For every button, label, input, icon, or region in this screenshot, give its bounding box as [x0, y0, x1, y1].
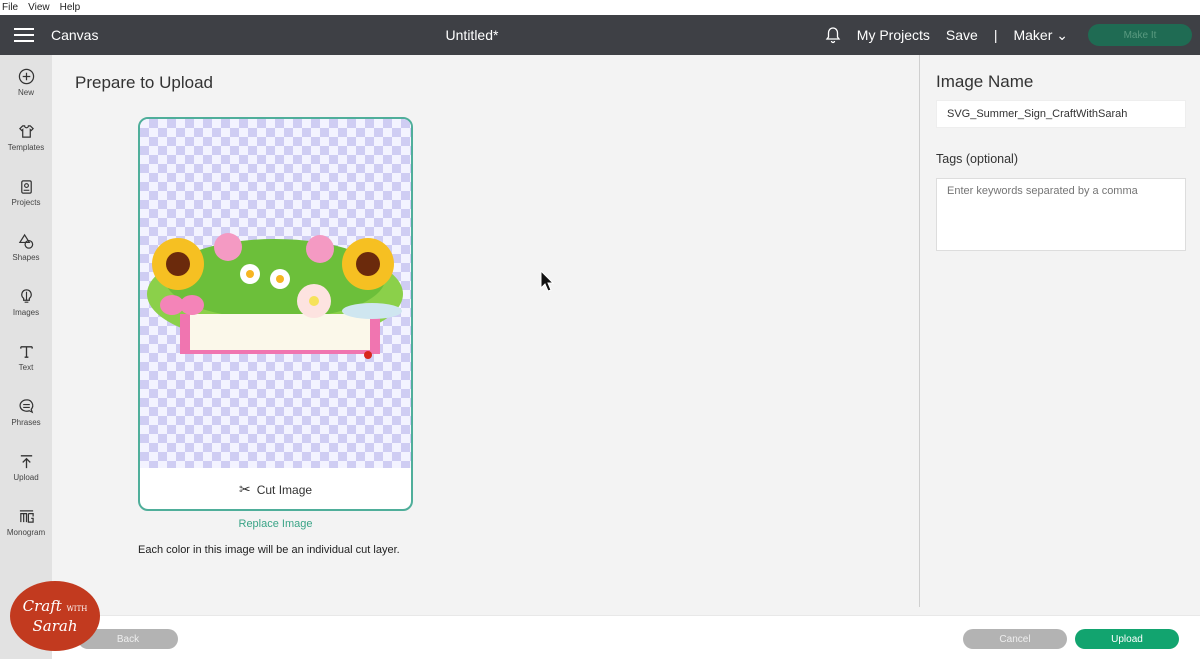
image-name-label: Image Name [936, 72, 1034, 91]
machine-selector[interactable]: Maker ⌄ [1013, 27, 1068, 44]
image-preview [140, 119, 411, 468]
bell-icon[interactable] [825, 26, 841, 44]
footer-bar: Back Cancel Upload [52, 615, 1200, 659]
sign-panel [190, 314, 370, 350]
menu-view[interactable]: View [28, 2, 50, 13]
dragonfly [342, 303, 402, 319]
make-it-button[interactable]: Make It [1088, 24, 1192, 46]
sidebar-item-upload[interactable]: Upload [0, 440, 52, 495]
speech-bubble-icon [18, 399, 33, 414]
cut-image-option[interactable]: ✂ Cut Image [140, 468, 411, 509]
scissors-icon: ✂ [238, 481, 251, 497]
plus-circle-icon [18, 68, 34, 85]
mouse-cursor-icon [540, 270, 554, 292]
monogram-icon [19, 510, 34, 523]
cancel-button[interactable]: Cancel [963, 629, 1067, 649]
projects-icon [20, 180, 32, 194]
sidebar-item-phrases[interactable]: Phrases [0, 385, 52, 440]
image-preview-card: ✂ Cut Image [138, 117, 413, 511]
separator: | [993, 27, 998, 43]
menu-file[interactable]: File [2, 2, 18, 13]
watermark-line2: Sarah [32, 616, 78, 635]
sidebar-item-monogram[interactable]: Monogram [0, 495, 52, 550]
craft-with-sarah-watermark: Craft WITH Sarah [10, 581, 100, 651]
image-name-input[interactable]: SVG_Summer_Sign_CraftWithSarah [936, 100, 1186, 128]
upload-button[interactable]: Upload [1075, 629, 1179, 649]
tshirt-icon [18, 125, 34, 138]
sunflower-right [342, 238, 394, 290]
cut-image-label: Cut Image [256, 482, 313, 497]
replace-image-link[interactable]: Replace Image [138, 518, 413, 530]
machine-label: Maker [1013, 26, 1053, 43]
sidebar-item-label: Text [18, 363, 34, 372]
tags-input[interactable] [936, 178, 1186, 251]
sidebar-item-images[interactable]: Images [0, 275, 52, 330]
sidebar-item-shapes[interactable]: Shapes [0, 220, 52, 275]
document-title: Untitled* [445, 27, 499, 43]
text-icon [19, 346, 33, 358]
sidebar-item-text[interactable]: Text [0, 330, 52, 385]
sidebar-item-label: Phrases [11, 418, 41, 427]
page-title: Prepare to Upload [75, 73, 213, 92]
my-projects-link[interactable]: My Projects [857, 27, 930, 43]
sidebar-item-label: Templates [7, 143, 45, 152]
uploaded-image [147, 233, 403, 359]
sidebar-item-new[interactable]: New [0, 55, 52, 110]
menu-bar: File View Help [0, 0, 1200, 15]
sidebar-item-label: Shapes [12, 253, 40, 262]
sidebar-item-templates[interactable]: Templates [0, 110, 52, 165]
sidebar-item-projects[interactable]: Projects [0, 165, 52, 220]
watermark-line1: Craft [22, 596, 62, 615]
main-area: Prepare to Upload ✂ Cut Image Replace Im… [52, 55, 920, 615]
ladybug [364, 351, 372, 359]
image-details-panel: Image Name SVG_Summer_Sign_CraftWithSara… [920, 55, 1200, 615]
upload-icon [20, 455, 32, 469]
sidebar-item-label: Monogram [6, 528, 46, 537]
lightbulb-icon [20, 289, 32, 303]
cut-layer-note: Each color in this image will be an indi… [138, 544, 400, 556]
sunflower-left [152, 238, 204, 290]
sidebar-item-label: Images [12, 308, 40, 317]
chevron-down-icon: ⌄ [1056, 26, 1068, 43]
save-button[interactable]: Save [946, 27, 978, 43]
sidebar-item-label: Projects [11, 198, 41, 207]
top-bar: Canvas Untitled* My Projects Save | Make… [0, 15, 1200, 55]
tags-label: Tags (optional) [936, 152, 1018, 166]
sidebar: New Templates Projects Shapes Images Tex… [0, 55, 52, 659]
shapes-icon [18, 233, 33, 249]
watermark-with: WITH [66, 604, 88, 613]
sidebar-item-label: Upload [13, 473, 39, 482]
sidebar-item-label: New [17, 88, 34, 97]
menu-help[interactable]: Help [60, 2, 81, 13]
